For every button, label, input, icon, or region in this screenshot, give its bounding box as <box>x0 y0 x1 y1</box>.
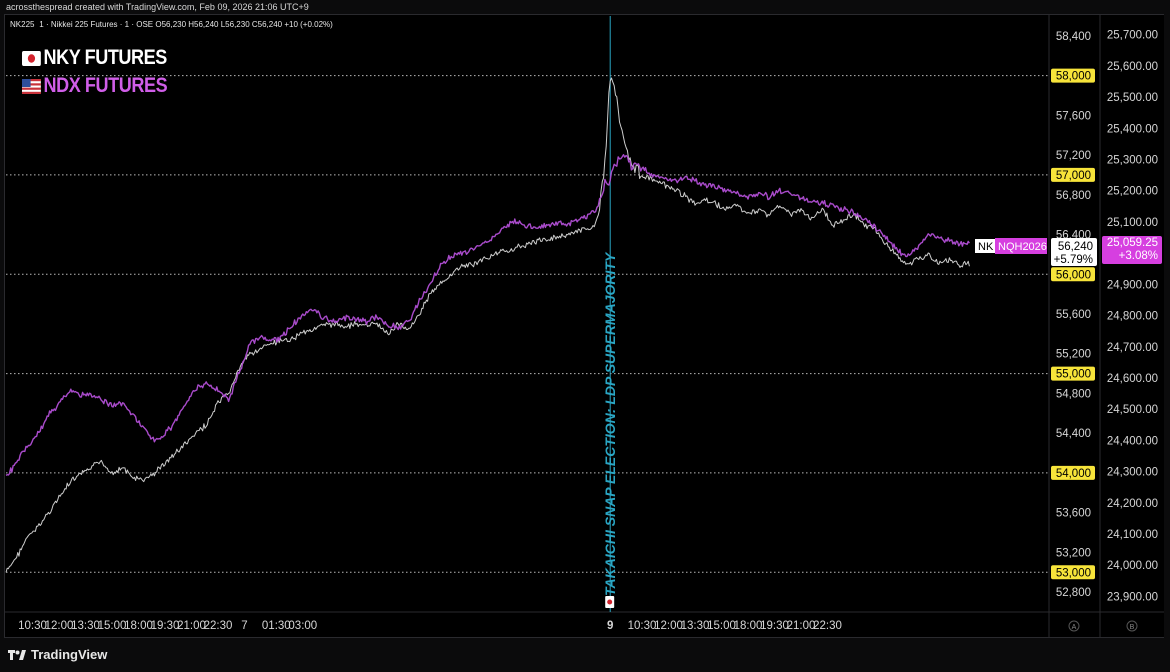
right-axis-tick: 24,400.00 <box>1107 435 1158 447</box>
axis-badge-label: A <box>1072 624 1077 631</box>
time-axis-tick: 9 <box>607 620 613 632</box>
tradingview-brand: TradingView <box>31 647 108 662</box>
right-axis-tick: 24,900.00 <box>1107 279 1158 291</box>
nky-symbol-label: NK <box>978 241 994 253</box>
time-axis-tick: 01:30 <box>262 620 291 632</box>
right-axis-tick: 25,300.00 <box>1107 155 1158 167</box>
level-label: 56,000 <box>1056 269 1091 281</box>
right-axis-tick: 24,600.00 <box>1107 373 1158 385</box>
left-axis-tick: 53,200 <box>1056 547 1091 559</box>
time-axis-tick: 10:30 <box>18 620 47 632</box>
right-axis-tick: 23,900.00 <box>1107 591 1158 603</box>
nky-change: +5.79% <box>1054 254 1093 266</box>
level-label: 53,000 <box>1056 567 1091 579</box>
time-axis-tick: 22:30 <box>204 620 233 632</box>
event-annotation: TAKAICHI SNAP ELECTION: LDP SUPERMAJORIT… <box>602 251 618 596</box>
right-axis-tick: 24,800.00 <box>1107 311 1158 323</box>
ndx-symbol-label: NQH2026 <box>998 241 1047 253</box>
ndx-last-price: 25,059.25 <box>1107 237 1158 249</box>
time-axis-tick: 13:30 <box>681 620 710 632</box>
time-axis-tick: 10:30 <box>628 620 657 632</box>
level-label: 57,000 <box>1056 170 1091 182</box>
right-axis-tick: 25,100.00 <box>1107 217 1158 229</box>
price-axis-panel <box>1049 15 1164 637</box>
left-axis-tick: 57,200 <box>1056 150 1091 162</box>
right-axis-tick: 25,400.00 <box>1107 123 1158 135</box>
time-axis-tick: 19:30 <box>760 620 789 632</box>
time-axis-tick: 21:00 <box>177 620 206 632</box>
time-axis-tick: 15:00 <box>98 620 127 632</box>
price-chart[interactable]: TAKAICHI SNAP ELECTION: LDP SUPERMAJORIT… <box>0 0 1170 672</box>
level-label: 55,000 <box>1056 369 1091 381</box>
right-axis-tick: 24,100.00 <box>1107 529 1158 541</box>
left-axis-tick: 55,600 <box>1056 309 1091 321</box>
time-axis-tick: 18:00 <box>124 620 153 632</box>
left-axis-tick: 55,200 <box>1056 349 1091 361</box>
time-axis-tick: 13:30 <box>71 620 100 632</box>
level-label: 54,000 <box>1056 468 1091 480</box>
axis-badge-label: B <box>1130 624 1135 631</box>
right-axis-tick: 24,200.00 <box>1107 498 1158 510</box>
right-axis-tick: 24,300.00 <box>1107 467 1158 479</box>
ndx-change: +3.08% <box>1119 250 1158 262</box>
time-axis-tick: 03:00 <box>288 620 317 632</box>
left-axis-tick: 54,400 <box>1056 428 1091 440</box>
time-axis-tick: 12:00 <box>45 620 74 632</box>
series-nky-line <box>5 77 970 573</box>
left-axis-tick: 52,800 <box>1056 587 1091 599</box>
time-axis-tick: 12:00 <box>654 620 683 632</box>
right-axis-tick: 24,500.00 <box>1107 404 1158 416</box>
level-label: 58,000 <box>1056 71 1091 83</box>
tradingview-icon <box>8 649 26 660</box>
right-axis-tick: 25,600.00 <box>1107 61 1158 73</box>
footer-bar <box>0 638 1170 672</box>
annotation-flag-icon <box>605 596 615 608</box>
tradingview-logo: TradingView <box>8 647 107 662</box>
left-axis-tick: 57,600 <box>1056 110 1091 122</box>
right-axis-tick: 25,500.00 <box>1107 92 1158 104</box>
left-axis-tick: 54,800 <box>1056 388 1091 400</box>
time-axis-tick: 19:30 <box>151 620 180 632</box>
series-ndx-line <box>5 153 970 477</box>
left-axis-tick: 56,800 <box>1056 190 1091 202</box>
right-axis-tick: 25,700.00 <box>1107 30 1158 42</box>
annotation-flag-dot <box>607 599 613 605</box>
right-axis-tick: 24,700.00 <box>1107 342 1158 354</box>
right-axis-tick: 24,000.00 <box>1107 560 1158 572</box>
time-axis-tick: 21:00 <box>787 620 816 632</box>
right-axis-tick: 25,200.00 <box>1107 186 1158 198</box>
time-axis-tick: 15:00 <box>707 620 736 632</box>
nky-last-price: 56,240 <box>1058 241 1093 253</box>
time-axis-tick: 22:30 <box>813 620 842 632</box>
time-axis-tick: 18:00 <box>734 620 763 632</box>
left-axis-tick: 53,600 <box>1056 508 1091 520</box>
time-axis-tick: 7 <box>241 620 247 632</box>
left-axis-tick: 58,400 <box>1056 31 1091 43</box>
